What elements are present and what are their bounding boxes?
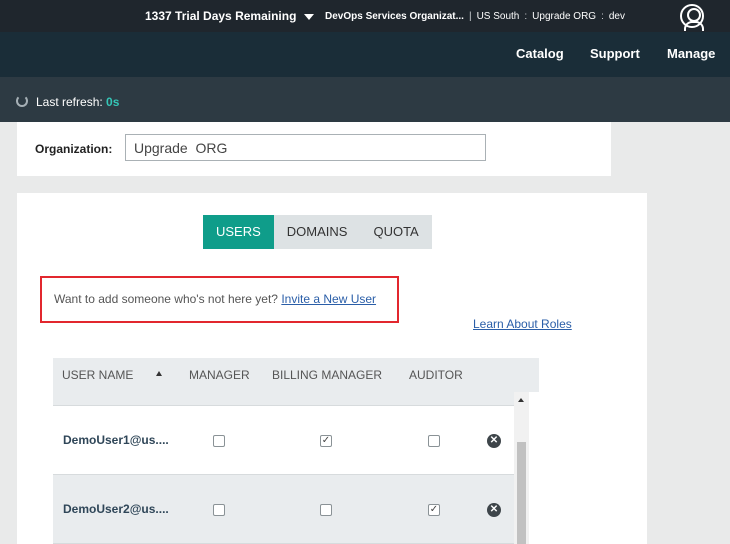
table-scrollbar[interactable] <box>514 392 529 544</box>
user-name: DemoUser1@us.... <box>63 433 169 447</box>
region-label: US South <box>476 11 520 22</box>
remove-user-icon[interactable]: ✕ <box>487 503 501 517</box>
nav-support[interactable]: Support <box>590 46 640 61</box>
refresh-value: 0s <box>106 95 120 109</box>
organization-label: Organization: <box>35 142 113 156</box>
space-label: dev <box>608 11 625 22</box>
separator: | <box>468 11 472 22</box>
table-row: DemoUser1@us.... ✓ ✕ <box>53 406 514 475</box>
sort-ascending-icon[interactable] <box>156 371 162 376</box>
tab-quota[interactable]: QUOTA <box>360 215 432 249</box>
org-selector[interactable]: DevOps Services Organizat... <box>325 11 464 22</box>
column-header-auditor: AUDITOR <box>409 368 463 382</box>
trial-label: 1337 Trial Days Remaining <box>145 9 297 23</box>
refresh-icon[interactable] <box>16 95 28 107</box>
billing-manager-checkbox[interactable] <box>320 504 332 516</box>
manager-checkbox[interactable] <box>213 435 225 447</box>
invite-user-link[interactable]: Invite a New User <box>281 292 376 306</box>
separator: : <box>524 11 528 22</box>
user-avatar-icon[interactable] <box>680 4 704 31</box>
refresh-bar: Last refresh: 0s <box>0 77 730 122</box>
org-name-label: Upgrade ORG <box>532 11 597 22</box>
nav-catalog[interactable]: Catalog <box>516 46 564 61</box>
members-card: USERS DOMAINS QUOTA Want to add someone … <box>17 193 647 544</box>
nav-bar: Catalog Support Manage <box>0 32 730 77</box>
refresh-label: Last refresh: <box>36 95 103 109</box>
column-header-manager: MANAGER <box>189 368 250 382</box>
organization-card: Organization: <box>17 122 611 176</box>
invite-prompt: Want to add someone who's not here yet? … <box>54 292 376 306</box>
refresh-status: Last refresh: 0s <box>36 95 119 109</box>
nav-manage[interactable]: Manage <box>667 46 715 61</box>
table-header: USER NAME MANAGER BILLING MANAGER AUDITO… <box>53 358 539 392</box>
tab-domains[interactable]: DOMAINS <box>273 215 361 249</box>
org-info[interactable]: DevOps Services Organizat... | US South … <box>325 11 625 22</box>
tab-users[interactable]: USERS <box>203 215 274 249</box>
column-header-username[interactable]: USER NAME <box>62 368 133 382</box>
invite-highlight-box: Want to add someone who's not here yet? … <box>40 276 399 323</box>
user-name: DemoUser2@us.... <box>63 502 169 516</box>
manager-checkbox[interactable] <box>213 504 225 516</box>
table-row: DemoUser2@us.... ✓ ✕ <box>53 475 514 544</box>
column-header-billing-manager: BILLING MANAGER <box>272 368 383 382</box>
auditor-checkbox[interactable]: ✓ <box>428 504 440 516</box>
organization-name-input[interactable] <box>125 134 486 161</box>
separator: : <box>601 11 604 22</box>
member-tabs: USERS DOMAINS QUOTA <box>203 215 432 249</box>
remove-user-icon[interactable]: ✕ <box>487 434 501 448</box>
table-body: DemoUser1@us.... ✓ ✕ DemoUser2@us.... ✓ … <box>53 392 514 544</box>
table-row-spacer <box>53 392 514 406</box>
auditor-checkbox[interactable] <box>428 435 440 447</box>
scrollbar-thumb[interactable] <box>517 442 526 544</box>
scroll-up-icon[interactable] <box>518 398 524 402</box>
caret-down-icon <box>304 14 315 20</box>
billing-manager-checkbox[interactable]: ✓ <box>320 435 332 447</box>
invite-text: Want to add someone who's not here yet? <box>54 292 278 306</box>
top-bar: 1337 Trial Days Remaining DevOps Service… <box>0 0 730 32</box>
learn-about-roles-link[interactable]: Learn About Roles <box>473 317 572 331</box>
trial-dropdown[interactable]: 1337 Trial Days Remaining <box>145 9 315 23</box>
